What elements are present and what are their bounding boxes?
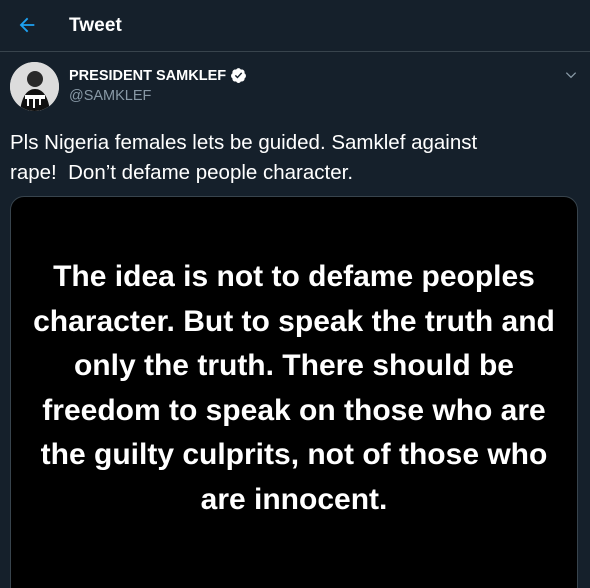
page-title: Tweet [69, 15, 122, 36]
page-header: Tweet [0, 0, 590, 52]
chevron-down-icon [565, 72, 577, 79]
author-name[interactable]: PRESIDENT SAMKLEF [69, 68, 226, 84]
avatar-image [10, 62, 59, 111]
tweet-text: Pls Nigeria females lets be guided. Samk… [10, 131, 478, 184]
more-options-button[interactable] [561, 65, 581, 85]
tweet-image[interactable]: The idea is not to defame peoples charac… [10, 196, 578, 588]
tweet-image-text: The idea is not to defame peoples charac… [33, 260, 555, 516]
author-name-row[interactable]: PRESIDENT SAMKLEF [69, 67, 247, 84]
back-button[interactable] [10, 8, 44, 42]
author-handle[interactable]: @SAMKLEF [69, 88, 151, 104]
avatar[interactable] [10, 62, 59, 111]
back-arrow-icon [19, 17, 35, 33]
tweet-page: Tweet PRESIDENT SAMKLEF @SAMKLEF Pls Nig… [0, 0, 590, 588]
verified-badge-icon [231, 68, 247, 83]
